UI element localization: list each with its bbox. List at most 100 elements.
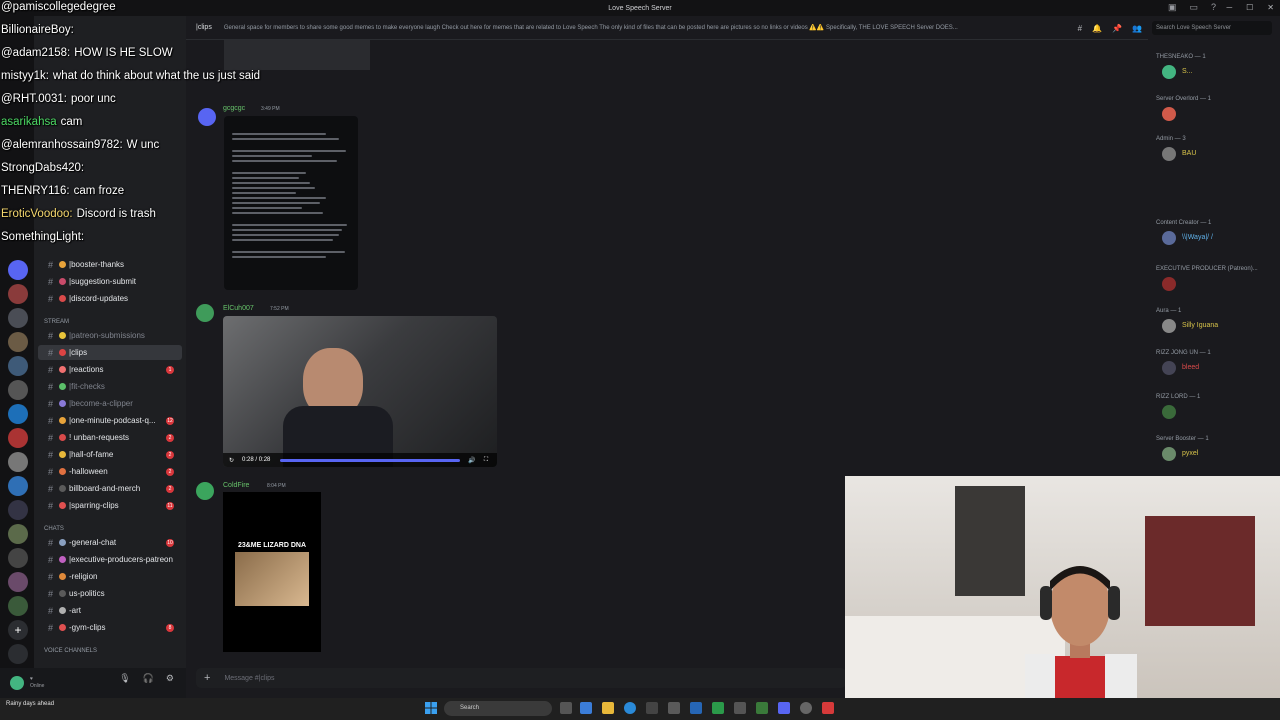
channel-item[interactable]: # |fit-checks bbox=[38, 379, 182, 394]
channel-item[interactable]: # |reactions 1 bbox=[38, 362, 182, 377]
replay-icon[interactable]: ↻ bbox=[229, 457, 234, 464]
store-icon[interactable] bbox=[646, 702, 658, 714]
channel-item[interactable]: # ! unban-requests 2 bbox=[38, 430, 182, 445]
server-icon[interactable] bbox=[8, 452, 28, 472]
volume-icon[interactable]: 🔊 bbox=[468, 457, 475, 464]
avatar[interactable] bbox=[10, 676, 24, 690]
members-icon[interactable]: 👥 bbox=[1132, 24, 1142, 33]
headphones-icon[interactable]: 🎧 bbox=[143, 673, 154, 684]
server-icon[interactable] bbox=[8, 428, 28, 448]
avatar[interactable] bbox=[1162, 231, 1176, 245]
app-icon[interactable] bbox=[822, 702, 834, 714]
meme-image[interactable]: 23&ME LIZARD DNA bbox=[223, 492, 321, 652]
channel-item[interactable]: # |booster-thanks bbox=[38, 257, 182, 272]
channel-category[interactable]: CHATS bbox=[44, 526, 64, 532]
channel-item[interactable]: # |executive-producers-patreon bbox=[38, 552, 182, 567]
screen-icon[interactable]: ▭ bbox=[1189, 2, 1198, 13]
windows-start-icon[interactable] bbox=[425, 702, 437, 714]
server-icon[interactable] bbox=[8, 500, 28, 520]
avatar[interactable] bbox=[1162, 447, 1176, 461]
channel-category[interactable]: VOICE CHANNELS bbox=[44, 648, 97, 654]
close-icon[interactable]: ✕ bbox=[1267, 3, 1274, 12]
search-input[interactable]: Search Love Speech Server bbox=[1152, 21, 1272, 35]
avatar[interactable] bbox=[1162, 147, 1176, 161]
member-name[interactable]: Silly Iguana bbox=[1182, 322, 1218, 329]
app-icon[interactable] bbox=[580, 702, 592, 714]
channel-category[interactable]: STREAM bbox=[44, 319, 69, 325]
avatar[interactable] bbox=[1162, 319, 1176, 333]
video-player[interactable]: ↻ 0:28 / 0:28 🔊 ⛶ bbox=[223, 316, 497, 467]
avatar[interactable] bbox=[196, 304, 214, 322]
message-composer[interactable]: + Message #|clips bbox=[196, 668, 846, 688]
fullscreen-icon[interactable]: ⛶ bbox=[484, 457, 488, 464]
avatar[interactable] bbox=[1162, 65, 1176, 79]
video-progress[interactable] bbox=[280, 458, 461, 462]
app-icon[interactable] bbox=[690, 702, 702, 714]
channel-topic[interactable]: General space for members to share some … bbox=[224, 24, 1034, 31]
add-server-icon[interactable]: + bbox=[8, 620, 28, 640]
channel-item[interactable]: # |patreon-submissions bbox=[38, 328, 182, 343]
server-icon[interactable] bbox=[8, 596, 28, 616]
member-name[interactable]: pyxel bbox=[1182, 450, 1198, 457]
bell-icon[interactable]: 🔔 bbox=[1092, 24, 1102, 33]
channel-item[interactable]: # |clips bbox=[38, 345, 182, 360]
channel-item[interactable]: # us-politics bbox=[38, 586, 182, 601]
member-name[interactable]: S... bbox=[1182, 68, 1193, 75]
message-input[interactable]: Message #|clips bbox=[224, 675, 274, 682]
avatar[interactable] bbox=[1162, 361, 1176, 375]
threads-icon[interactable]: # bbox=[1078, 24, 1082, 33]
avatar[interactable] bbox=[1162, 277, 1176, 291]
server-icon[interactable] bbox=[8, 332, 28, 352]
server-icon[interactable] bbox=[8, 476, 28, 496]
member-name[interactable]: \\|Waya|/ / bbox=[1182, 234, 1213, 241]
avatar[interactable] bbox=[196, 482, 214, 500]
channel-item[interactable]: # -gym-clips 8 bbox=[38, 620, 182, 635]
server-icon[interactable] bbox=[8, 260, 28, 280]
server-icon[interactable] bbox=[8, 524, 28, 544]
avatar[interactable] bbox=[1162, 107, 1176, 121]
maximize-icon[interactable]: ☐ bbox=[1246, 3, 1253, 12]
server-icon[interactable] bbox=[8, 308, 28, 328]
help-icon[interactable]: ? bbox=[1211, 2, 1216, 13]
settings-icon[interactable]: ⚙ bbox=[166, 673, 174, 684]
app-icon[interactable] bbox=[668, 702, 680, 714]
server-icon[interactable] bbox=[8, 284, 28, 304]
app-icon[interactable] bbox=[712, 702, 724, 714]
taskbar-search[interactable]: Search bbox=[444, 701, 552, 716]
add-attachment-icon[interactable]: + bbox=[204, 672, 210, 684]
member-name[interactable]: BAU bbox=[1182, 150, 1196, 157]
channel-item[interactable]: # -general-chat 10 bbox=[38, 535, 182, 550]
channel-item[interactable]: # -religion bbox=[38, 569, 182, 584]
channel-item[interactable]: # billboard-and-merch 2 bbox=[38, 481, 182, 496]
server-icon[interactable] bbox=[8, 356, 28, 376]
member-name[interactable]: bleed bbox=[1182, 364, 1199, 371]
pin-icon[interactable]: 📌 bbox=[1112, 24, 1122, 33]
weather-widget[interactable]: Rainy days ahead bbox=[6, 701, 54, 708]
discover-icon[interactable] bbox=[8, 644, 28, 664]
file-explorer-icon[interactable] bbox=[602, 702, 614, 714]
server-icon[interactable] bbox=[8, 572, 28, 592]
minimize-icon[interactable]: ─ bbox=[1226, 3, 1232, 12]
discord-icon[interactable] bbox=[778, 702, 790, 714]
app-icon[interactable] bbox=[800, 702, 812, 714]
task-view-icon[interactable] bbox=[560, 702, 572, 714]
mic-icon[interactable]: 🎙 bbox=[119, 673, 130, 684]
edge-icon[interactable] bbox=[624, 702, 636, 714]
app-icon[interactable] bbox=[756, 702, 768, 714]
channel-item[interactable]: # |discord-updates bbox=[38, 291, 182, 306]
channel-item[interactable]: # |sparring-clips 11 bbox=[38, 498, 182, 513]
channel-item[interactable]: # |hall-of-fame 2 bbox=[38, 447, 182, 462]
channel-item[interactable]: # -halloween 2 bbox=[38, 464, 182, 479]
inbox-icon[interactable]: ▣ bbox=[1168, 2, 1177, 13]
channel-item[interactable]: # |become-a-clipper bbox=[38, 396, 182, 411]
app-icon[interactable] bbox=[734, 702, 746, 714]
message-author[interactable]: ColdFire bbox=[223, 482, 249, 489]
channel-item[interactable]: # |one-minute-podcast-q... 12 bbox=[38, 413, 182, 428]
avatar[interactable] bbox=[1162, 405, 1176, 419]
server-icon[interactable] bbox=[8, 404, 28, 424]
server-icon[interactable] bbox=[8, 548, 28, 568]
channel-item[interactable]: # -art bbox=[38, 603, 182, 618]
message-author[interactable]: ElCuh007 bbox=[223, 305, 254, 312]
channel-item[interactable]: # |suggestion-submit bbox=[38, 274, 182, 289]
server-icon[interactable] bbox=[8, 380, 28, 400]
